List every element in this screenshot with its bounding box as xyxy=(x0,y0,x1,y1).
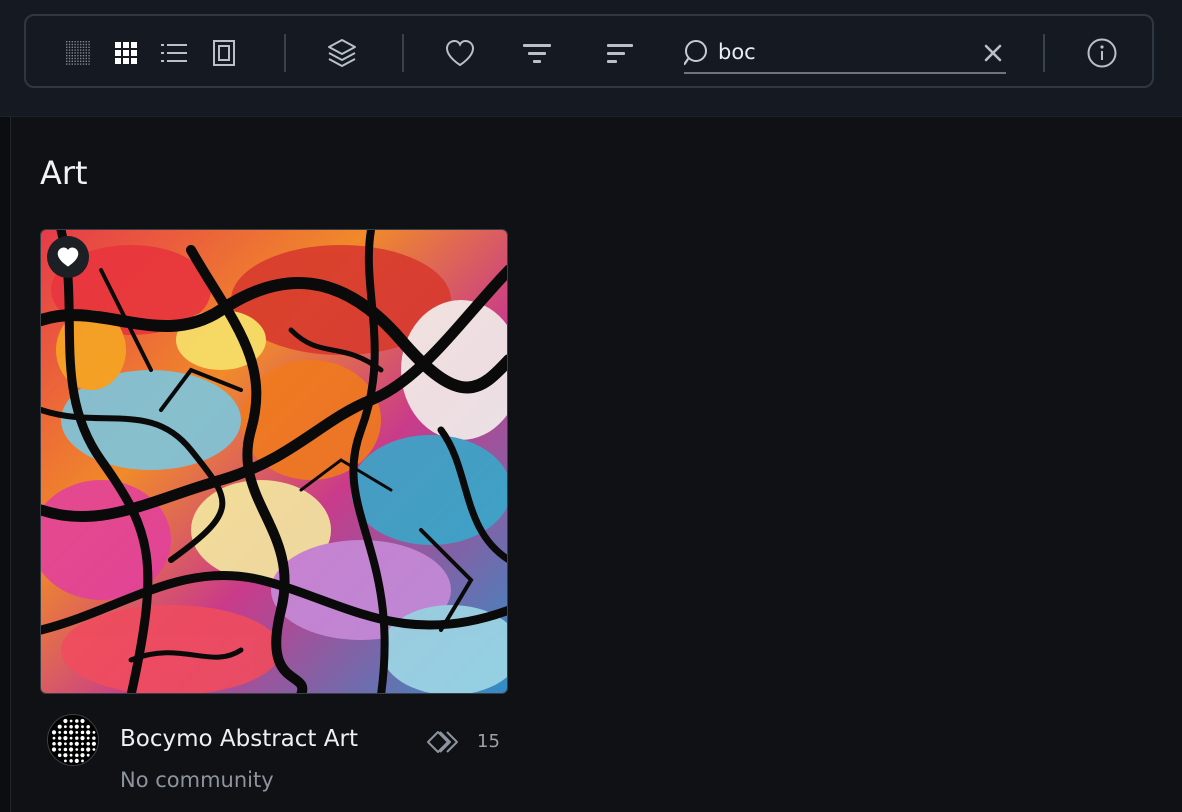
grid-icon xyxy=(115,42,137,64)
clear-search-button[interactable] xyxy=(980,40,1006,66)
avatar[interactable] xyxy=(47,714,99,766)
section-title: Art xyxy=(40,154,88,192)
heart-filled-icon xyxy=(57,247,79,267)
search-icon xyxy=(684,40,707,66)
filter-button[interactable] xyxy=(519,35,555,71)
layers-button[interactable] xyxy=(324,35,360,71)
dense-grid-view-button[interactable] xyxy=(60,35,96,71)
info-icon xyxy=(1087,38,1117,68)
close-icon xyxy=(984,44,1002,62)
top-bar xyxy=(0,0,1182,117)
single-view-button[interactable] xyxy=(206,35,242,71)
single-card-icon xyxy=(213,40,235,66)
toolbar-divider xyxy=(284,34,286,72)
sort-button[interactable] xyxy=(602,35,638,71)
grid-view-button[interactable] xyxy=(108,35,144,71)
sort-icon xyxy=(607,44,633,63)
filter-icon xyxy=(523,44,551,63)
dense-grid-icon xyxy=(66,41,90,65)
favorite-toggle[interactable] xyxy=(47,236,89,278)
abstract-art-image xyxy=(41,230,507,693)
dotted-avatar-icon xyxy=(51,718,96,763)
heart-icon xyxy=(445,39,475,67)
favorites-button[interactable] xyxy=(442,35,478,71)
artwork-thumbnail[interactable] xyxy=(40,229,508,694)
info-button[interactable] xyxy=(1084,35,1120,71)
diamond-chevrons-icon xyxy=(427,731,458,753)
search-input[interactable] xyxy=(718,36,968,68)
search-box xyxy=(684,34,1006,74)
item-count: 15 xyxy=(477,731,500,752)
list-view-button[interactable] xyxy=(156,35,192,71)
toolbar xyxy=(24,14,1154,88)
toolbar-divider xyxy=(1043,34,1045,72)
toolbar-divider xyxy=(402,34,404,72)
layers-icon xyxy=(328,39,356,67)
list-icon xyxy=(161,44,187,62)
left-rail xyxy=(0,117,11,812)
item-community: No community xyxy=(120,768,274,792)
item-title[interactable]: Bocymo Abstract Art xyxy=(120,726,358,752)
